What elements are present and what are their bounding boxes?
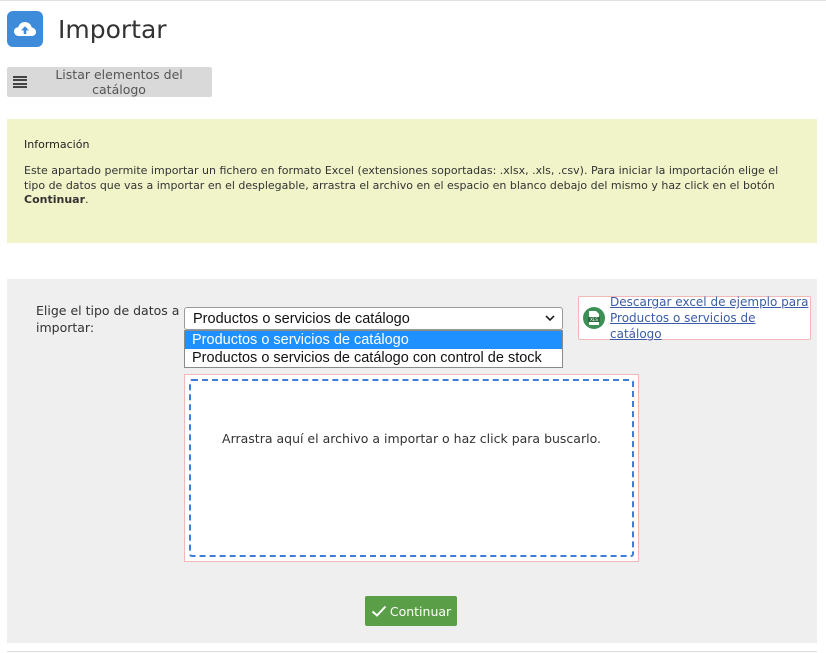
info-text-part: Este apartado permite importar un ficher… bbox=[24, 164, 779, 192]
chevron-down-icon bbox=[545, 311, 555, 325]
cloud-upload-icon bbox=[7, 11, 43, 47]
data-type-dropdown: Productos o servicios de catálogo Produc… bbox=[184, 330, 563, 368]
continue-label: Continuar bbox=[389, 603, 452, 619]
download-link-line2: Productos o servicios de catálogo bbox=[610, 311, 756, 341]
file-drop-area: Arrastra aquí el archivo a importar o ha… bbox=[184, 374, 639, 562]
check-icon bbox=[371, 605, 387, 617]
info-text-end: . bbox=[85, 193, 89, 206]
list-catalog-label: Listar elementos del catálogo bbox=[55, 67, 183, 97]
download-link-line1: Descargar excel de ejemplo para bbox=[610, 295, 809, 309]
dropdown-option[interactable]: Productos o servicios de catálogo bbox=[185, 331, 562, 349]
download-example-box: XLS Descargar excel de ejemplo para Prod… bbox=[578, 294, 811, 342]
data-type-select[interactable]: Productos o servicios de catálogo bbox=[184, 307, 563, 330]
info-title: Información bbox=[24, 138, 90, 151]
xls-file-icon: XLS bbox=[583, 307, 605, 329]
import-panel: Elige el tipo de datos a importar: Produ… bbox=[7, 279, 817, 643]
bottom-divider bbox=[7, 651, 817, 652]
file-drop-zone[interactable]: Arrastra aquí el archivo a importar o ha… bbox=[189, 379, 634, 557]
info-text: Este apartado permite importar un ficher… bbox=[24, 164, 801, 208]
dropdown-option[interactable]: Productos o servicios de catálogo con co… bbox=[185, 349, 562, 367]
list-icon bbox=[13, 76, 28, 88]
page-title: Importar bbox=[58, 14, 167, 44]
continue-button[interactable]: Continuar bbox=[365, 596, 457, 626]
page-header: Importar bbox=[7, 11, 167, 47]
info-text-bold: Continuar bbox=[24, 193, 85, 206]
select-label: Elige el tipo de datos a importar: bbox=[36, 303, 180, 335]
selected-value: Productos o servicios de catálogo bbox=[193, 311, 410, 327]
download-example-link[interactable]: Descargar excel de ejemplo para Producto… bbox=[610, 294, 810, 342]
top-divider bbox=[0, 0, 826, 1]
list-catalog-button[interactable]: Listar elementos del catálogo bbox=[7, 67, 212, 97]
drop-zone-text: Arrastra aquí el archivo a importar o ha… bbox=[222, 431, 601, 446]
info-box: Información Este apartado permite import… bbox=[7, 119, 817, 243]
svg-text:XLS: XLS bbox=[590, 317, 598, 322]
